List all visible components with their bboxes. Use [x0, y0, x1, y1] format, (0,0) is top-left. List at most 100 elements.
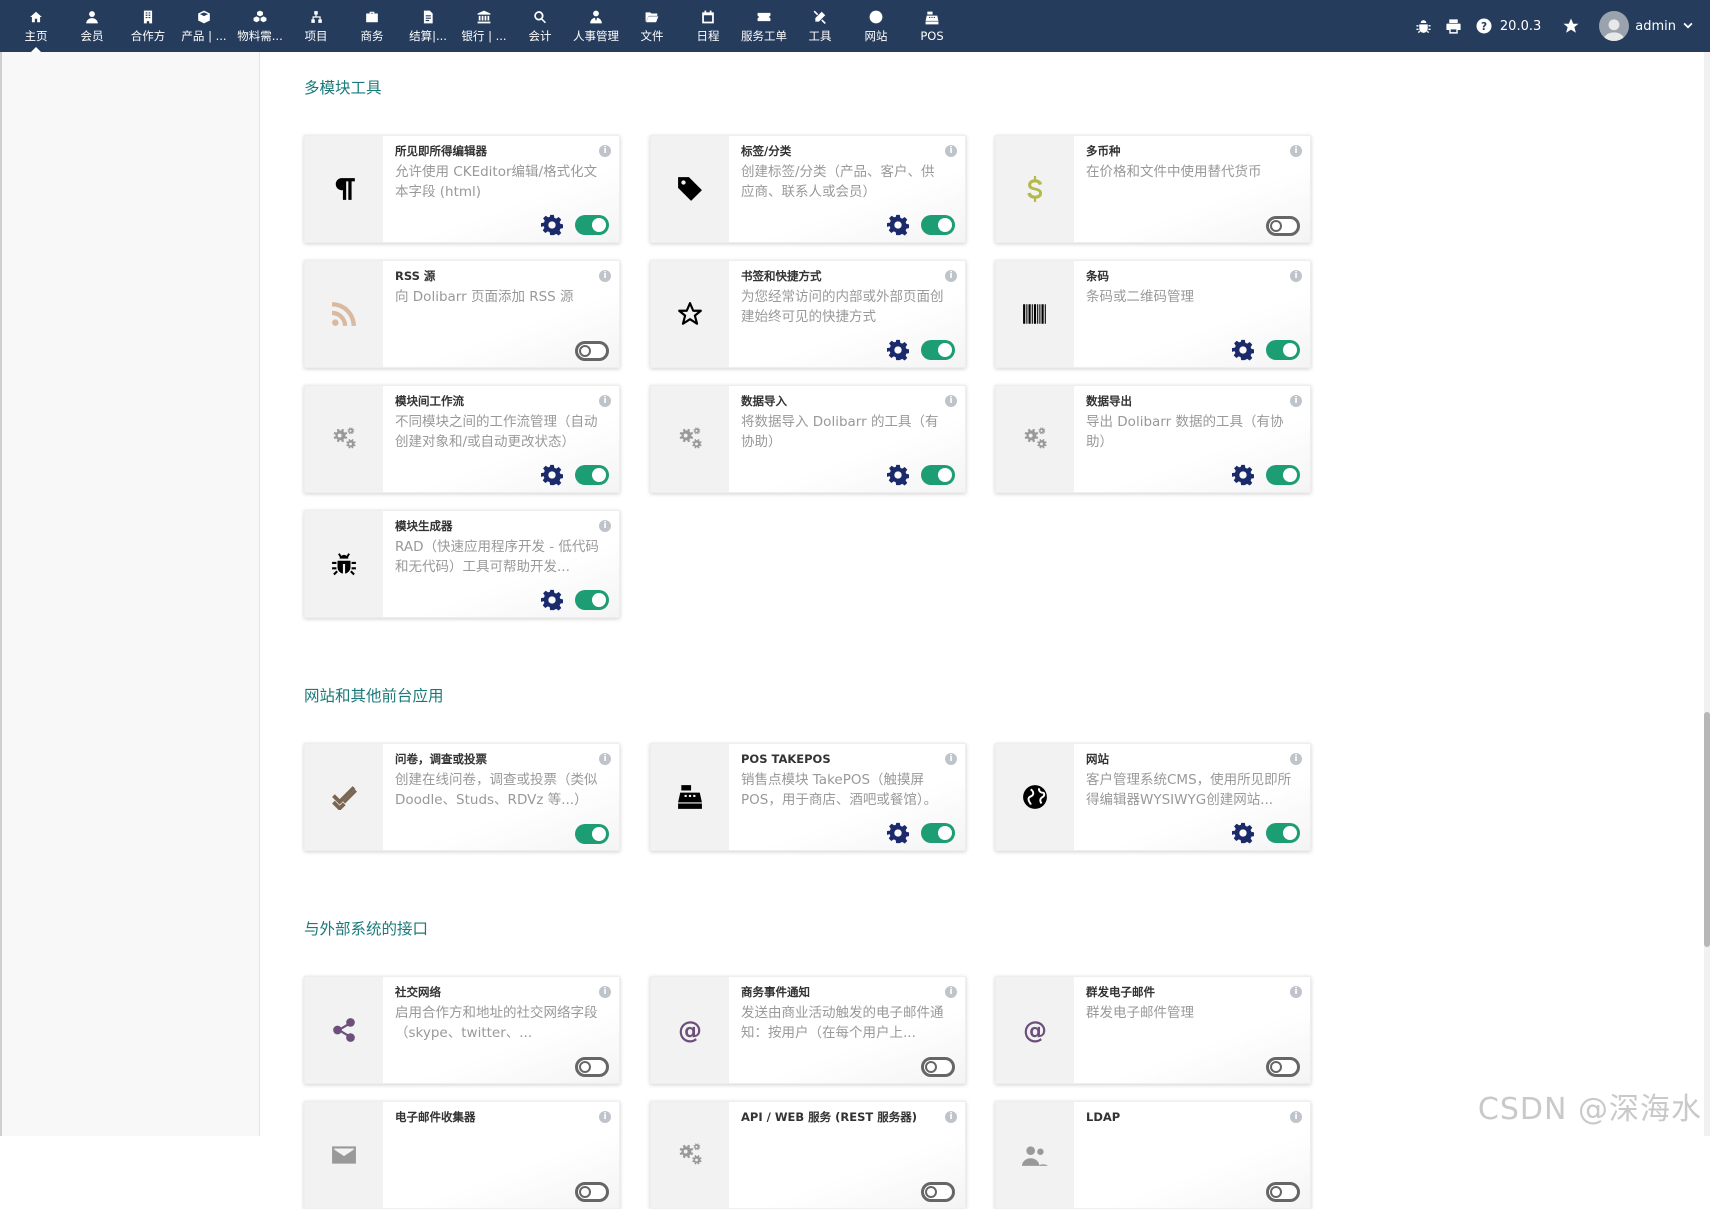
- gear-icon[interactable]: [541, 589, 564, 611]
- module-card: 多币种 在价格和文件中使用替代货币 i: [995, 135, 1311, 243]
- module-toggle[interactable]: [575, 590, 609, 610]
- gear-icon[interactable]: [1232, 339, 1255, 361]
- menu-item-14[interactable]: 工具: [792, 0, 848, 52]
- gear-icon[interactable]: [1232, 822, 1255, 844]
- info-icon[interactable]: i: [1290, 986, 1302, 998]
- menu-item-4[interactable]: 物料需...: [232, 0, 288, 52]
- module-toggle[interactable]: [575, 215, 609, 235]
- scrollbar-track[interactable]: [1704, 52, 1710, 1136]
- info-icon[interactable]: i: [945, 145, 957, 157]
- menu-item-label: 物料需...: [237, 28, 283, 43]
- module-toggle[interactable]: [921, 1182, 955, 1202]
- info-icon[interactable]: i: [1290, 270, 1302, 282]
- module-toggle[interactable]: [575, 824, 609, 844]
- module-actions: [575, 341, 609, 361]
- module-toggle[interactable]: [1266, 1182, 1300, 1202]
- bookmark-star-icon[interactable]: [1561, 16, 1581, 36]
- module-toggle[interactable]: [575, 465, 609, 485]
- module-toggle[interactable]: [575, 1182, 609, 1202]
- bug-icon: [331, 551, 357, 577]
- menu-item-0[interactable]: 主页: [8, 0, 64, 52]
- info-icon[interactable]: i: [599, 270, 611, 282]
- scrollbar-thumb[interactable]: [1704, 712, 1710, 947]
- menu-item-10[interactable]: 人事管理: [568, 0, 624, 52]
- menu-item-2[interactable]: 合作方: [120, 0, 176, 52]
- info-icon[interactable]: i: [945, 753, 957, 765]
- menu-item-11[interactable]: 文件: [624, 0, 680, 52]
- module-card-body: POS TAKEPOS 销售点模块 TakePOS（触摸屏POS，用于商店、酒吧或…: [729, 744, 965, 850]
- menu-item-label: 商务: [360, 28, 384, 43]
- user-menu[interactable]: admin: [1599, 11, 1694, 41]
- info-icon[interactable]: i: [1290, 753, 1302, 765]
- module-actions: [887, 339, 955, 361]
- info-icon[interactable]: i: [1290, 145, 1302, 157]
- menu-item-15[interactable]: 网站: [848, 0, 904, 52]
- info-icon[interactable]: i: [599, 145, 611, 157]
- menu-item-9[interactable]: 会计: [512, 0, 568, 52]
- navbar-right: ? 20.0.3 admin: [1414, 0, 1694, 52]
- gear-icon[interactable]: [887, 822, 910, 844]
- module-actions: [575, 1057, 609, 1077]
- module-toggle[interactable]: [1266, 465, 1300, 485]
- version-label: 20.0.3: [1499, 18, 1542, 34]
- menu-item-label: 项目: [304, 28, 328, 43]
- module-actions: [575, 824, 609, 844]
- menu-item-label: 产品 | ...: [181, 28, 227, 43]
- module-toggle[interactable]: [921, 1057, 955, 1077]
- help-icon[interactable]: ?: [1474, 16, 1494, 36]
- info-icon[interactable]: i: [945, 270, 957, 282]
- menu-item-5[interactable]: 项目: [288, 0, 344, 52]
- menu-item-6[interactable]: 商务: [344, 0, 400, 52]
- share-alt-icon: [331, 1017, 357, 1043]
- menu-item-13[interactable]: 服务工单: [736, 0, 792, 52]
- module-toggle[interactable]: [1266, 340, 1300, 360]
- module-card-body: 标签/分类 创建标签/分类（产品、客户、供应商、联系人或会员） i: [729, 136, 965, 242]
- info-icon[interactable]: i: [599, 986, 611, 998]
- print-icon[interactable]: [1444, 16, 1464, 36]
- user-name: admin: [1635, 18, 1676, 34]
- info-icon[interactable]: i: [1290, 395, 1302, 407]
- info-icon[interactable]: i: [945, 395, 957, 407]
- gear-icon[interactable]: [887, 214, 910, 236]
- module-icon-box: [305, 744, 383, 850]
- module-toggle[interactable]: [575, 341, 609, 361]
- info-icon[interactable]: i: [945, 986, 957, 998]
- tools-icon: [812, 9, 828, 25]
- menu-item-1[interactable]: 会员: [64, 0, 120, 52]
- info-icon[interactable]: i: [599, 753, 611, 765]
- gear-icon[interactable]: [541, 464, 564, 486]
- menu-item-8[interactable]: 银行 | ...: [456, 0, 512, 52]
- module-toggle[interactable]: [921, 823, 955, 843]
- gear-icon[interactable]: [541, 214, 564, 236]
- module-toggle[interactable]: [1266, 823, 1300, 843]
- info-icon[interactable]: i: [599, 520, 611, 532]
- module-name: 社交网络: [395, 985, 441, 999]
- module-card-body: 多币种 在价格和文件中使用替代货币 i: [1074, 136, 1310, 242]
- module-description: 导出 Dolibarr 数据的工具（有协助）: [1086, 414, 1284, 450]
- module-toggle[interactable]: [1266, 1057, 1300, 1077]
- info-icon[interactable]: i: [945, 1111, 957, 1123]
- menu-item-7[interactable]: 结算|...: [400, 0, 456, 52]
- gear-icon[interactable]: [887, 464, 910, 486]
- bug-icon[interactable]: [1414, 16, 1434, 36]
- module-actions: [887, 214, 955, 236]
- module-toggle[interactable]: [921, 215, 955, 235]
- info-icon[interactable]: i: [599, 1111, 611, 1123]
- gear-icon[interactable]: [887, 339, 910, 361]
- menu-item-16[interactable]: POS: [904, 0, 960, 52]
- module-card-body: API / WEB 服务 (REST 服务器) i: [729, 1102, 965, 1208]
- info-icon[interactable]: i: [1290, 1111, 1302, 1123]
- module-toggle[interactable]: [1266, 216, 1300, 236]
- module-toggle[interactable]: [575, 1057, 609, 1077]
- module-description: 群发电子邮件管理: [1086, 1005, 1194, 1021]
- module-name: RSS 源: [395, 269, 436, 283]
- info-icon[interactable]: i: [599, 395, 611, 407]
- menu-item-3[interactable]: 产品 | ...: [176, 0, 232, 52]
- module-toggle[interactable]: [921, 465, 955, 485]
- module-icon-box: [651, 136, 729, 242]
- user-icon: [84, 9, 100, 25]
- gear-icon[interactable]: [1232, 464, 1255, 486]
- menu-item-12[interactable]: 日程: [680, 0, 736, 52]
- users-icon: [1022, 1142, 1048, 1168]
- module-toggle[interactable]: [921, 340, 955, 360]
